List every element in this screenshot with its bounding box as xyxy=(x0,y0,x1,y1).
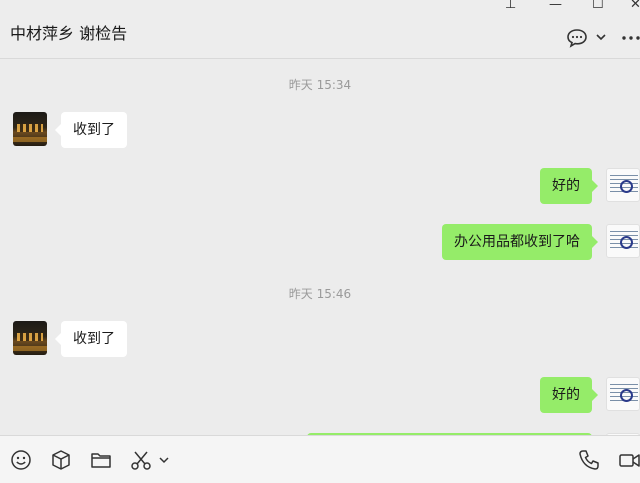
chat-bubble-icon[interactable] xyxy=(566,28,588,48)
scissors-icon[interactable] xyxy=(130,449,152,471)
video-call-icon[interactable] xyxy=(618,449,640,471)
chat-header: 中材萍乡 谢检告 ⊥ — ☐ ✕ xyxy=(0,0,640,59)
chevron-down-icon[interactable] xyxy=(158,456,170,464)
chat-title: 中材萍乡 谢检告 xyxy=(10,24,128,43)
phone-icon[interactable] xyxy=(578,449,600,471)
contact-avatar[interactable] xyxy=(13,112,47,146)
sent-message[interactable]: 好的 xyxy=(540,168,598,204)
received-message[interactable]: 收到了 xyxy=(55,112,127,148)
pin-window-button[interactable]: ⊥ xyxy=(505,0,516,12)
minimize-button[interactable]: — xyxy=(549,0,562,12)
my-avatar[interactable] xyxy=(606,377,640,411)
maximize-button[interactable]: ☐ xyxy=(592,0,604,12)
more-icon[interactable] xyxy=(622,36,640,40)
my-avatar[interactable] xyxy=(606,168,640,202)
package-icon[interactable] xyxy=(50,449,72,471)
my-avatar[interactable] xyxy=(606,224,640,258)
emoji-icon[interactable] xyxy=(10,449,32,471)
timestamp: 昨天 15:34 xyxy=(288,78,352,92)
contact-avatar[interactable] xyxy=(13,321,47,355)
input-toolbar xyxy=(0,435,640,483)
received-message[interactable]: 收到了 xyxy=(55,321,127,357)
close-button[interactable]: ✕ xyxy=(630,0,640,12)
sent-message[interactable]: 办公用品都收到了哈 xyxy=(442,224,598,260)
chevron-down-icon[interactable] xyxy=(596,33,606,41)
message-list[interactable]: 昨天 15:34 收到了 好的 办公用品都收到了哈 昨天 15:46 收到了 好… xyxy=(0,59,640,435)
sent-message[interactable]: 好的 xyxy=(540,377,598,413)
folder-icon[interactable] xyxy=(90,449,112,471)
timestamp: 昨天 15:46 xyxy=(288,287,352,301)
